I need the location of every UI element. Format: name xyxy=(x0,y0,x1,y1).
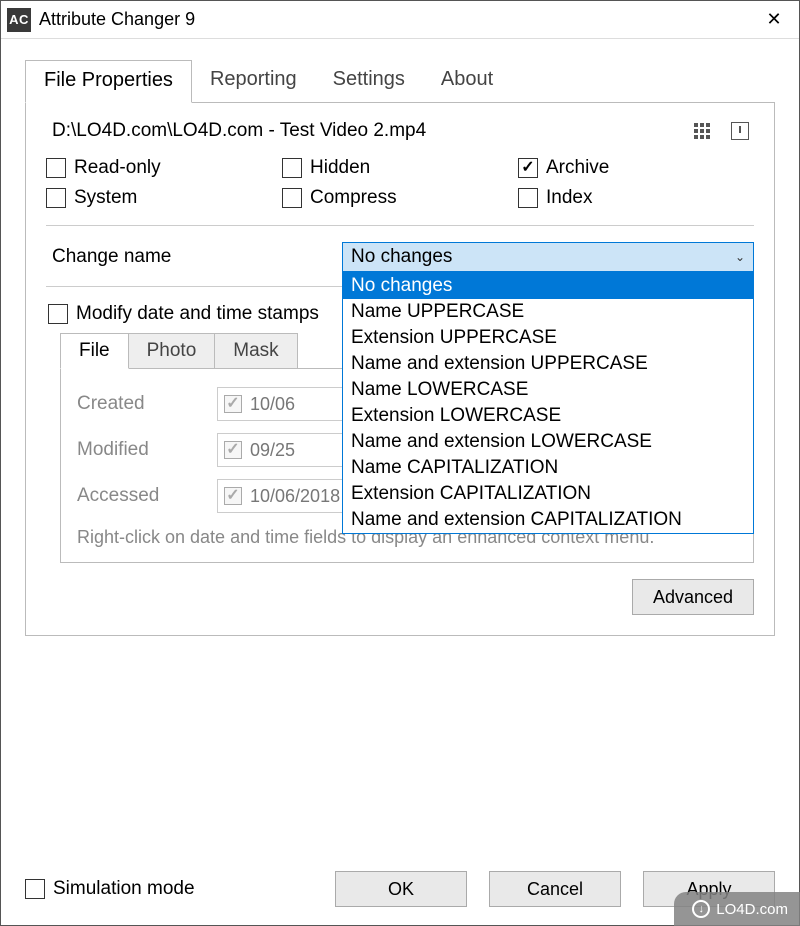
checkbox-icon xyxy=(224,441,242,459)
dropdown-value: No changes xyxy=(351,246,735,268)
clock-icon xyxy=(731,122,749,140)
checkbox-simulation-mode[interactable]: Simulation mode xyxy=(25,878,195,900)
dropdown-option[interactable]: Name and extension UPPERCASE xyxy=(343,351,753,377)
advanced-button[interactable]: Advanced xyxy=(632,579,754,615)
checkbox-compress[interactable]: Compress xyxy=(282,187,518,209)
date-value: 10/06/2018 xyxy=(250,486,340,507)
tab-file-properties[interactable]: File Properties xyxy=(25,60,192,103)
checkbox-icon xyxy=(282,158,302,178)
file-properties-pane: D:\LO4D.com\LO4D.com - Test Video 2.mp4 … xyxy=(25,103,775,636)
main-tabs: File Properties Reporting Settings About xyxy=(25,59,775,103)
copyright-icon: ↓ xyxy=(692,900,710,918)
grid-view-button[interactable] xyxy=(688,119,716,143)
dropdown-option[interactable]: Extension LOWERCASE xyxy=(343,403,753,429)
checkbox-index[interactable]: Index xyxy=(518,187,754,209)
date-value: 09/25 xyxy=(250,440,295,461)
checkbox-label: Simulation mode xyxy=(53,878,195,900)
watermark-text: LO4D.com xyxy=(716,901,788,918)
checkbox-icon xyxy=(518,158,538,178)
chevron-down-icon: ⌄ xyxy=(735,250,745,264)
checkbox-icon xyxy=(224,487,242,505)
checkbox-icon xyxy=(46,158,66,178)
checkbox-read-only[interactable]: Read-only xyxy=(46,157,282,179)
created-label: Created xyxy=(77,393,207,415)
checkbox-label: Archive xyxy=(546,157,609,179)
checkbox-icon xyxy=(224,395,242,413)
titlebar: AC Attribute Changer 9 ✕ xyxy=(1,1,799,39)
cancel-button[interactable]: Cancel xyxy=(489,871,621,907)
dropdown-list: No changes Name UPPERCASE Extension UPPE… xyxy=(342,272,754,534)
close-icon: ✕ xyxy=(766,9,781,30)
checkbox-icon xyxy=(48,304,68,324)
checkbox-system[interactable]: System xyxy=(46,187,282,209)
checkbox-archive[interactable]: Archive xyxy=(518,157,754,179)
checkbox-icon xyxy=(25,879,45,899)
checkbox-label: Index xyxy=(546,187,592,209)
tab-settings[interactable]: Settings xyxy=(315,60,423,103)
accessed-label: Accessed xyxy=(77,485,207,507)
checkbox-label: Read-only xyxy=(74,157,161,179)
app-icon: AC xyxy=(7,8,31,32)
window-title: Attribute Changer 9 xyxy=(39,9,751,30)
tab-mask[interactable]: Mask xyxy=(215,333,297,369)
change-name-label: Change name xyxy=(46,246,342,268)
dropdown-option[interactable]: Name CAPITALIZATION xyxy=(343,455,753,481)
date-value: 10/06 xyxy=(250,394,295,415)
clock-button[interactable] xyxy=(726,119,754,143)
checkbox-label: System xyxy=(74,187,137,209)
file-path: D:\LO4D.com\LO4D.com - Test Video 2.mp4 xyxy=(46,120,678,142)
checkbox-icon xyxy=(46,188,66,208)
tab-file[interactable]: File xyxy=(60,333,129,369)
checkbox-hidden[interactable]: Hidden xyxy=(282,157,518,179)
dropdown-option[interactable]: Name and extension CAPITALIZATION xyxy=(343,507,753,533)
dropdown-option[interactable]: Name UPPERCASE xyxy=(343,299,753,325)
close-button[interactable]: ✕ xyxy=(751,1,797,39)
dropdown-option[interactable]: Extension CAPITALIZATION xyxy=(343,481,753,507)
checkbox-label: Hidden xyxy=(310,157,370,179)
checkbox-label: Modify date and time stamps xyxy=(76,303,319,325)
dropdown-option[interactable]: Extension UPPERCASE xyxy=(343,325,753,351)
tab-reporting[interactable]: Reporting xyxy=(192,60,315,103)
checkbox-label: Compress xyxy=(310,187,397,209)
grid-icon xyxy=(694,123,710,139)
dropdown-option[interactable]: Name and extension LOWERCASE xyxy=(343,429,753,455)
checkbox-icon xyxy=(282,188,302,208)
checkbox-icon xyxy=(518,188,538,208)
modified-label: Modified xyxy=(77,439,207,461)
ok-button[interactable]: OK xyxy=(335,871,467,907)
divider xyxy=(46,225,754,226)
dropdown-option[interactable]: No changes xyxy=(343,273,753,299)
change-name-dropdown[interactable]: No changes ⌄ No changes Name UPPERCASE E… xyxy=(342,242,754,272)
watermark: ↓ LO4D.com xyxy=(674,892,800,926)
dropdown-option[interactable]: Name LOWERCASE xyxy=(343,377,753,403)
tab-photo[interactable]: Photo xyxy=(129,333,216,369)
tab-about[interactable]: About xyxy=(423,60,511,103)
